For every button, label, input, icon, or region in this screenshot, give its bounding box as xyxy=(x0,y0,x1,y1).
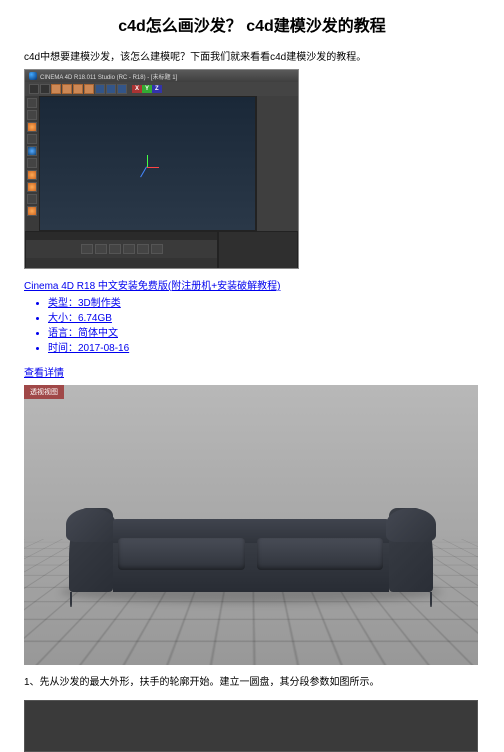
tool-button xyxy=(27,170,37,180)
viewport-tab: 透视视图 xyxy=(24,385,64,399)
app-icon xyxy=(29,72,37,80)
axis-y-button: Y xyxy=(142,85,152,93)
tool-button xyxy=(27,206,37,216)
parameter-panel-screenshot xyxy=(24,700,478,752)
playback-button xyxy=(123,244,135,254)
axis-y-line xyxy=(147,155,148,167)
material-panel xyxy=(218,231,298,269)
software-meta-list: 类型：3D制作类 大小：6.74GB 语言：简体中文 时间：2017-08-16 xyxy=(0,296,504,356)
timeline-panel xyxy=(25,231,218,269)
axis-x-line xyxy=(147,167,159,168)
sofa-body xyxy=(113,538,389,593)
step-1-text: 1、先从沙发的最大外形，扶手的轮廓开始。建立一圆盘，其分段参数如图所示。 xyxy=(0,669,504,698)
intro-paragraph: c4d中想要建模沙发，该怎么建模呢？下面我们就来看看c4d建模沙发的教程。 xyxy=(0,44,504,69)
sofa-arm-left xyxy=(69,508,113,592)
sofa-cushion xyxy=(257,538,384,571)
timeline-ruler xyxy=(26,232,217,240)
playback-button xyxy=(137,244,149,254)
meta-language[interactable]: 语言：简体中文 xyxy=(48,326,480,341)
main-toolbar: X Y Z xyxy=(25,82,298,96)
tool-button xyxy=(27,194,37,204)
playback-controls xyxy=(26,240,217,258)
tool-button xyxy=(27,146,37,156)
world-axis-gizmo xyxy=(137,157,157,177)
software-download-link[interactable]: Cinema 4D R18 中文安装免费版(附注册机+安装破解教程) xyxy=(0,269,504,296)
tool-button xyxy=(27,134,37,144)
meta-size[interactable]: 大小：6.74GB xyxy=(48,311,480,326)
playback-button xyxy=(151,244,163,254)
meta-type[interactable]: 类型：3D制作类 xyxy=(48,296,480,311)
window-title: CINEMA 4D R18.011 Studio (RC - R18) - [未… xyxy=(40,72,177,81)
playback-button xyxy=(81,244,93,254)
toolbar-button xyxy=(29,84,39,94)
sofa-leg xyxy=(430,592,432,607)
left-toolbar xyxy=(25,96,39,231)
axis-x-button: X xyxy=(132,85,142,93)
page-title: c4d怎么画沙发？ c4d建模沙发的教程 xyxy=(0,0,504,44)
axis-z-line xyxy=(140,166,147,177)
sofa-cushion xyxy=(118,538,245,571)
view-details-link[interactable]: 查看详情 xyxy=(0,356,504,383)
playback-button xyxy=(109,244,121,254)
tool-button xyxy=(27,98,37,108)
toolbar-button xyxy=(73,84,83,94)
bottom-panel xyxy=(25,231,298,269)
attributes-panel xyxy=(256,96,298,231)
axis-z-button: Z xyxy=(152,85,162,93)
toolbar-button xyxy=(84,84,94,94)
toolbar-button xyxy=(51,84,61,94)
sofa-render-screenshot: 透视视图 xyxy=(24,385,478,665)
toolbar-button xyxy=(40,84,50,94)
sofa-arm-right xyxy=(389,508,433,592)
tool-button xyxy=(27,182,37,192)
toolbar-button xyxy=(117,84,127,94)
tool-button xyxy=(27,158,37,168)
meta-date[interactable]: 时间：2017-08-16 xyxy=(48,341,480,356)
toolbar-button xyxy=(106,84,116,94)
tool-button xyxy=(27,122,37,132)
main-area xyxy=(25,96,298,231)
toolbar-button xyxy=(62,84,72,94)
toolbar-button xyxy=(95,84,105,94)
tool-button xyxy=(27,110,37,120)
playback-button xyxy=(95,244,107,254)
c4d-interface-screenshot: CINEMA 4D R18.011 Studio (RC - R18) - [未… xyxy=(24,69,299,269)
sofa-model xyxy=(69,508,432,592)
axis-toggle-group: X Y Z xyxy=(132,85,162,93)
sofa-leg xyxy=(70,592,72,607)
viewport-perspective xyxy=(39,96,256,231)
window-titlebar: CINEMA 4D R18.011 Studio (RC - R18) - [未… xyxy=(25,70,298,82)
